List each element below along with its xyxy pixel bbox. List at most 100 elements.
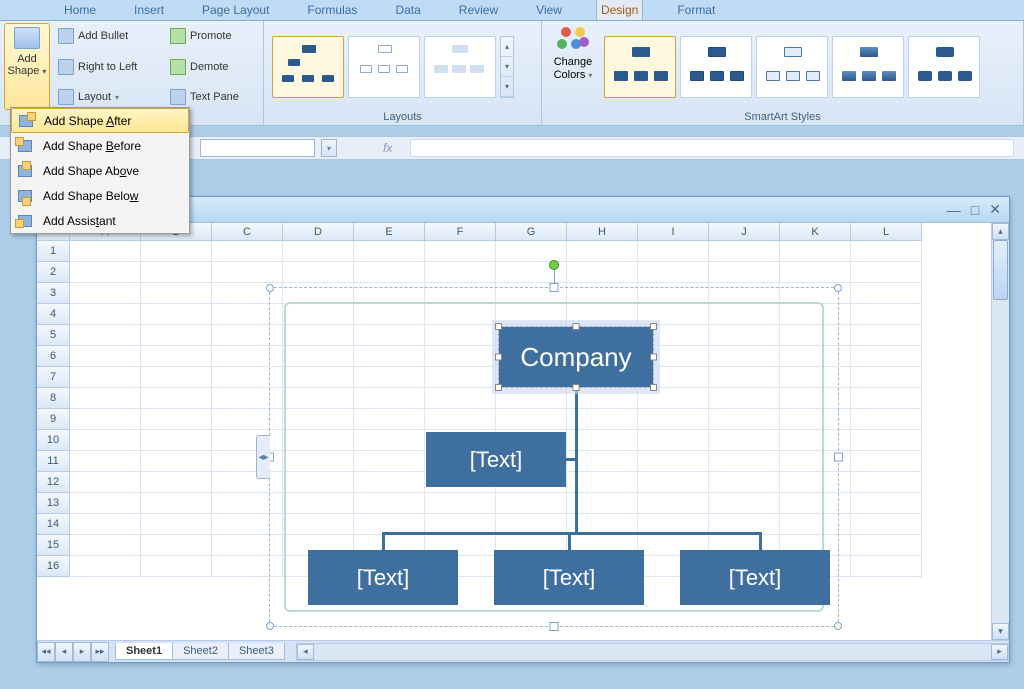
column-header[interactable]: G bbox=[496, 223, 567, 241]
cell[interactable] bbox=[141, 430, 212, 451]
horizontal-scrollbar[interactable]: ◂ ▸ bbox=[296, 643, 1009, 661]
row-header[interactable]: 9 bbox=[37, 409, 70, 430]
right-to-left-button[interactable]: Right to Left bbox=[54, 56, 166, 78]
row-header[interactable]: 7 bbox=[37, 367, 70, 388]
cell[interactable] bbox=[212, 262, 283, 283]
cell[interactable] bbox=[851, 283, 922, 304]
cell[interactable] bbox=[851, 346, 922, 367]
demote-button[interactable]: Demote bbox=[166, 56, 258, 78]
sheet-nav-last[interactable]: ▸▸ bbox=[91, 642, 109, 662]
scroll-thumb[interactable] bbox=[993, 240, 1008, 300]
cell[interactable] bbox=[70, 262, 141, 283]
cell[interactable] bbox=[425, 241, 496, 262]
cell[interactable] bbox=[212, 241, 283, 262]
resize-handle[interactable] bbox=[834, 622, 842, 630]
add-shape-below[interactable]: .xadd-shape-below.dicon::after{left:3px;… bbox=[11, 183, 189, 208]
cell[interactable] bbox=[141, 535, 212, 556]
style-thumb-4[interactable] bbox=[832, 36, 904, 98]
column-header[interactable]: H bbox=[567, 223, 638, 241]
cell[interactable] bbox=[851, 304, 922, 325]
org-node-top[interactable]: Company bbox=[498, 326, 654, 388]
cell[interactable] bbox=[70, 472, 141, 493]
cell[interactable] bbox=[70, 514, 141, 535]
style-thumb-2[interactable] bbox=[680, 36, 752, 98]
column-header[interactable]: J bbox=[709, 223, 780, 241]
cell[interactable] bbox=[638, 262, 709, 283]
cell[interactable] bbox=[141, 241, 212, 262]
add-bullet-button[interactable]: Add Bullet bbox=[54, 25, 166, 47]
cell[interactable] bbox=[70, 283, 141, 304]
cell[interactable] bbox=[70, 409, 141, 430]
cell[interactable] bbox=[70, 493, 141, 514]
menu-tab-data[interactable]: Data bbox=[391, 0, 424, 20]
style-thumb-5[interactable] bbox=[908, 36, 980, 98]
cell[interactable] bbox=[496, 241, 567, 262]
cell[interactable] bbox=[851, 493, 922, 514]
cell[interactable] bbox=[709, 241, 780, 262]
minimize-icon[interactable]: — bbox=[947, 202, 961, 218]
resize-handle[interactable] bbox=[834, 453, 843, 462]
cell[interactable] bbox=[425, 262, 496, 283]
column-header[interactable]: D bbox=[283, 223, 354, 241]
row-header[interactable]: 5 bbox=[37, 325, 70, 346]
cell[interactable] bbox=[567, 241, 638, 262]
cell[interactable] bbox=[141, 388, 212, 409]
text-pane-button[interactable]: Text Pane bbox=[166, 86, 258, 108]
row-header[interactable]: 11 bbox=[37, 451, 70, 472]
row-header[interactable]: 14 bbox=[37, 514, 70, 535]
cell[interactable] bbox=[141, 556, 212, 577]
row-header[interactable]: 4 bbox=[37, 304, 70, 325]
cell[interactable] bbox=[141, 346, 212, 367]
sheet-tab-sheet2[interactable]: Sheet2 bbox=[172, 643, 229, 660]
column-header[interactable]: L bbox=[851, 223, 922, 241]
cell[interactable] bbox=[638, 241, 709, 262]
column-header[interactable]: C bbox=[212, 223, 283, 241]
layout-thumb-2[interactable] bbox=[348, 36, 420, 98]
sheet-nav-next[interactable]: ▸ bbox=[73, 642, 91, 662]
menu-tab-page-layout[interactable]: Page Layout bbox=[198, 0, 273, 20]
menu-tab-format[interactable]: Format bbox=[673, 0, 719, 20]
hscroll-right[interactable]: ▸ bbox=[991, 644, 1008, 660]
add-shape-above[interactable]: .xadd-shape-above.dicon::after{left:3px;… bbox=[11, 158, 189, 183]
fx-label[interactable]: fx bbox=[343, 141, 404, 155]
cell[interactable] bbox=[141, 304, 212, 325]
row-header[interactable]: 8 bbox=[37, 388, 70, 409]
cell[interactable] bbox=[141, 493, 212, 514]
hscroll-left[interactable]: ◂ bbox=[297, 644, 314, 660]
resize-handle[interactable] bbox=[834, 284, 842, 292]
cell[interactable] bbox=[851, 514, 922, 535]
promote-button[interactable]: Promote bbox=[166, 25, 258, 47]
style-thumb-3[interactable] bbox=[756, 36, 828, 98]
cell[interactable] bbox=[851, 556, 922, 577]
cell[interactable] bbox=[780, 262, 851, 283]
rotation-handle[interactable] bbox=[549, 260, 559, 270]
row-header[interactable]: 2 bbox=[37, 262, 70, 283]
name-box[interactable] bbox=[200, 139, 315, 157]
cell[interactable] bbox=[70, 367, 141, 388]
layout-button[interactable]: Layout ▾ bbox=[54, 86, 166, 108]
cell[interactable] bbox=[141, 451, 212, 472]
cell[interactable] bbox=[851, 451, 922, 472]
sheet-nav-prev[interactable]: ◂ bbox=[55, 642, 73, 662]
layouts-scroll[interactable]: ▴▾▾ bbox=[500, 36, 514, 98]
resize-handle[interactable] bbox=[266, 622, 274, 630]
cell[interactable] bbox=[567, 262, 638, 283]
add-shape-before[interactable]: .xadd-shape-before.dicon::after{left:-4p… bbox=[11, 133, 189, 158]
cell[interactable] bbox=[70, 556, 141, 577]
org-node-child-1[interactable]: [Text] bbox=[308, 550, 458, 605]
cell[interactable] bbox=[70, 325, 141, 346]
formula-input[interactable] bbox=[410, 139, 1014, 157]
cell[interactable] bbox=[141, 472, 212, 493]
menu-tab-insert[interactable]: Insert bbox=[130, 0, 168, 20]
row-header[interactable]: 12 bbox=[37, 472, 70, 493]
cell[interactable] bbox=[851, 430, 922, 451]
cell[interactable] bbox=[70, 451, 141, 472]
resize-handle[interactable] bbox=[550, 283, 559, 292]
cell[interactable] bbox=[70, 388, 141, 409]
add-assistant[interactable]: .xadd-assistant.dicon::after{left:-4px;t… bbox=[11, 208, 189, 233]
cell[interactable] bbox=[354, 241, 425, 262]
org-node-child-2[interactable]: [Text] bbox=[494, 550, 644, 605]
sheet-nav-first[interactable]: ◂◂ bbox=[37, 642, 55, 662]
cell[interactable] bbox=[70, 430, 141, 451]
name-box-drop[interactable]: ▾ bbox=[321, 139, 337, 157]
